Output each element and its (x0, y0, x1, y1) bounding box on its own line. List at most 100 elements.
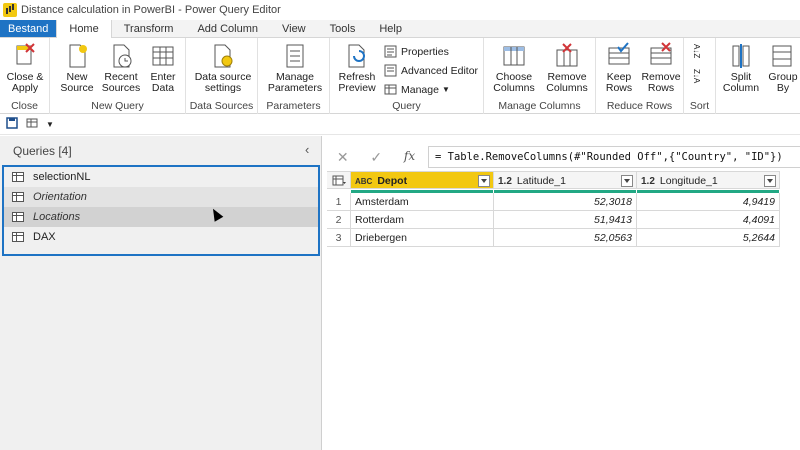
advanced-editor-button[interactable]: Advanced Editor (384, 62, 478, 79)
refresh-icon (344, 42, 370, 70)
close-apply-button[interactable]: Close & Apply (2, 40, 48, 94)
cell-longitude[interactable]: 4,4091 (637, 211, 780, 229)
row-number: 3 (327, 229, 351, 247)
grid-header: ABC Depot 1.2 Latitude_1 1.2 Longitude_1 (327, 171, 780, 190)
close-apply-icon (12, 42, 38, 70)
tab-tools[interactable]: Tools (318, 20, 368, 37)
properties-label: Properties (401, 45, 449, 58)
group-reduce-rows: Keep Rows Remove Rows Reduce Rows (596, 38, 684, 114)
properties-icon (384, 45, 397, 58)
keep-rows-label: Keep Rows (605, 71, 633, 94)
tab-help[interactable]: Help (367, 20, 414, 37)
group-by-button[interactable]: Group By (766, 40, 800, 94)
tab-bestand[interactable]: Bestand (0, 20, 57, 37)
tab-add-column[interactable]: Add Column (185, 20, 270, 37)
text-type-icon[interactable]: ABC (355, 173, 372, 188)
sort-descending-button[interactable]: Z↓A (692, 68, 701, 85)
advanced-editor-label: Advanced Editor (401, 64, 479, 77)
customize-toolbar-icon[interactable]: ▼ (46, 120, 54, 129)
table-row[interactable]: 3 Driebergen 52,0563 5,2644 (327, 229, 780, 247)
query-item-selectionnl[interactable]: selectionNL (4, 167, 318, 187)
data-grid: ABC Depot 1.2 Latitude_1 1.2 Longitude_1 1 … (327, 171, 780, 247)
tab-home[interactable]: Home (56, 20, 112, 39)
query-label: Orientation (33, 191, 87, 203)
commit-formula-icon[interactable]: ✓ (370, 149, 382, 166)
cell-depot[interactable]: Amsterdam (351, 193, 494, 211)
filter-dropdown-icon[interactable] (764, 175, 776, 187)
enter-data-button[interactable]: Enter Data (140, 40, 186, 94)
advanced-editor-icon (384, 64, 397, 77)
group-data-sources-label: Data Sources (189, 100, 254, 112)
close-apply-label: Close & Apply (6, 71, 44, 94)
new-source-icon (64, 42, 90, 70)
filter-dropdown-icon[interactable] (621, 175, 633, 187)
collapse-pane-icon[interactable]: ‹ (305, 142, 309, 157)
query-label: selectionNL (33, 171, 91, 183)
group-manage-columns-label: Manage Columns (498, 100, 581, 112)
group-close: Close & Apply Close (0, 38, 50, 114)
split-column-icon (728, 42, 754, 70)
cell-depot[interactable]: Driebergen (351, 229, 494, 247)
cell-latitude[interactable]: 52,0563 (494, 229, 637, 247)
keep-rows-button[interactable]: Keep Rows (598, 40, 640, 94)
column-name: Depot (377, 175, 408, 187)
remove-rows-button[interactable]: Remove Rows (640, 40, 682, 94)
tab-transform[interactable]: Transform (112, 20, 186, 37)
column-header-latitude[interactable]: 1.2 Latitude_1 (494, 171, 637, 189)
row-number: 1 (327, 193, 351, 211)
sort-ascending-icon: A↓Z (692, 44, 701, 59)
data-source-settings-button[interactable]: Data source settings (194, 40, 252, 94)
group-parameters: Manage Parameters Parameters (258, 38, 330, 114)
refresh-preview-button[interactable]: Refresh Preview (334, 40, 380, 94)
decimal-type-icon[interactable]: 1.2 (641, 173, 655, 188)
new-source-button[interactable]: New Source (54, 40, 100, 94)
cell-longitude[interactable]: 5,2644 (637, 229, 780, 247)
function-icon[interactable]: fx (404, 149, 415, 166)
cancel-formula-icon[interactable]: ✕ (337, 149, 349, 166)
split-column-label: Split Column (722, 71, 760, 94)
table-view-icon[interactable] (26, 117, 38, 132)
tab-view[interactable]: View (270, 20, 318, 37)
table-row[interactable]: 2 Rotterdam 51,9413 4,4091 (327, 211, 780, 229)
manage-query-button[interactable]: Manage ▼ (384, 81, 450, 98)
new-source-label: New Source (60, 71, 94, 94)
column-header-longitude[interactable]: 1.2 Longitude_1 (637, 171, 780, 189)
group-new-query: New Source Recent Sources Enter Data New… (50, 38, 186, 114)
choose-columns-icon (501, 42, 527, 70)
refresh-preview-label: Refresh Preview (338, 71, 376, 94)
query-label: Locations (33, 211, 81, 223)
remove-columns-button[interactable]: Remove Columns (540, 40, 594, 94)
query-item-dax[interactable]: DAX (4, 227, 318, 247)
cell-longitude[interactable]: 4,9419 (637, 193, 780, 211)
window-title: Distance calculation in PowerBI - Power … (21, 4, 281, 16)
sort-ascending-button[interactable]: A↓Z (692, 43, 701, 60)
split-column-button[interactable]: Split Column (720, 40, 762, 94)
save-icon[interactable] (6, 117, 18, 132)
table-menu-icon[interactable] (327, 171, 351, 189)
sort-descending-icon: Z↓A (692, 69, 701, 84)
gear-icon (210, 42, 236, 70)
cell-depot[interactable]: Rotterdam (351, 211, 494, 229)
query-item-locations[interactable]: Locations (4, 207, 318, 227)
decimal-type-icon[interactable]: 1.2 (498, 173, 512, 188)
group-by-icon (770, 42, 796, 70)
properties-button[interactable]: Properties (384, 43, 449, 60)
cell-latitude[interactable]: 51,9413 (494, 211, 637, 229)
filter-dropdown-icon[interactable] (478, 175, 490, 187)
query-item-orientation[interactable]: Orientation (4, 187, 318, 207)
choose-columns-button[interactable]: Choose Columns (488, 40, 540, 94)
formula-input[interactable]: = Table.RemoveColumns(#"Rounded Off",{"C… (428, 146, 800, 168)
table-row[interactable]: 1 Amsterdam 52,3018 4,9419 (327, 193, 780, 211)
table-icon (12, 232, 24, 242)
remove-columns-icon (554, 42, 580, 70)
manage-parameters-button[interactable]: Manage Parameters (264, 40, 326, 94)
cell-latitude[interactable]: 52,3018 (494, 193, 637, 211)
column-name: Longitude_1 (659, 175, 718, 187)
column-header-depot[interactable]: ABC Depot (351, 171, 494, 189)
recent-sources-button[interactable]: Recent Sources (98, 40, 144, 94)
ribbon-tabs: Bestand Home Transform Add Column View T… (0, 20, 800, 39)
group-sort-label: Sort (689, 100, 710, 112)
data-source-settings-label: Data source settings (194, 71, 252, 94)
table-icon (12, 192, 24, 202)
manage-query-label: Manage (401, 83, 439, 96)
